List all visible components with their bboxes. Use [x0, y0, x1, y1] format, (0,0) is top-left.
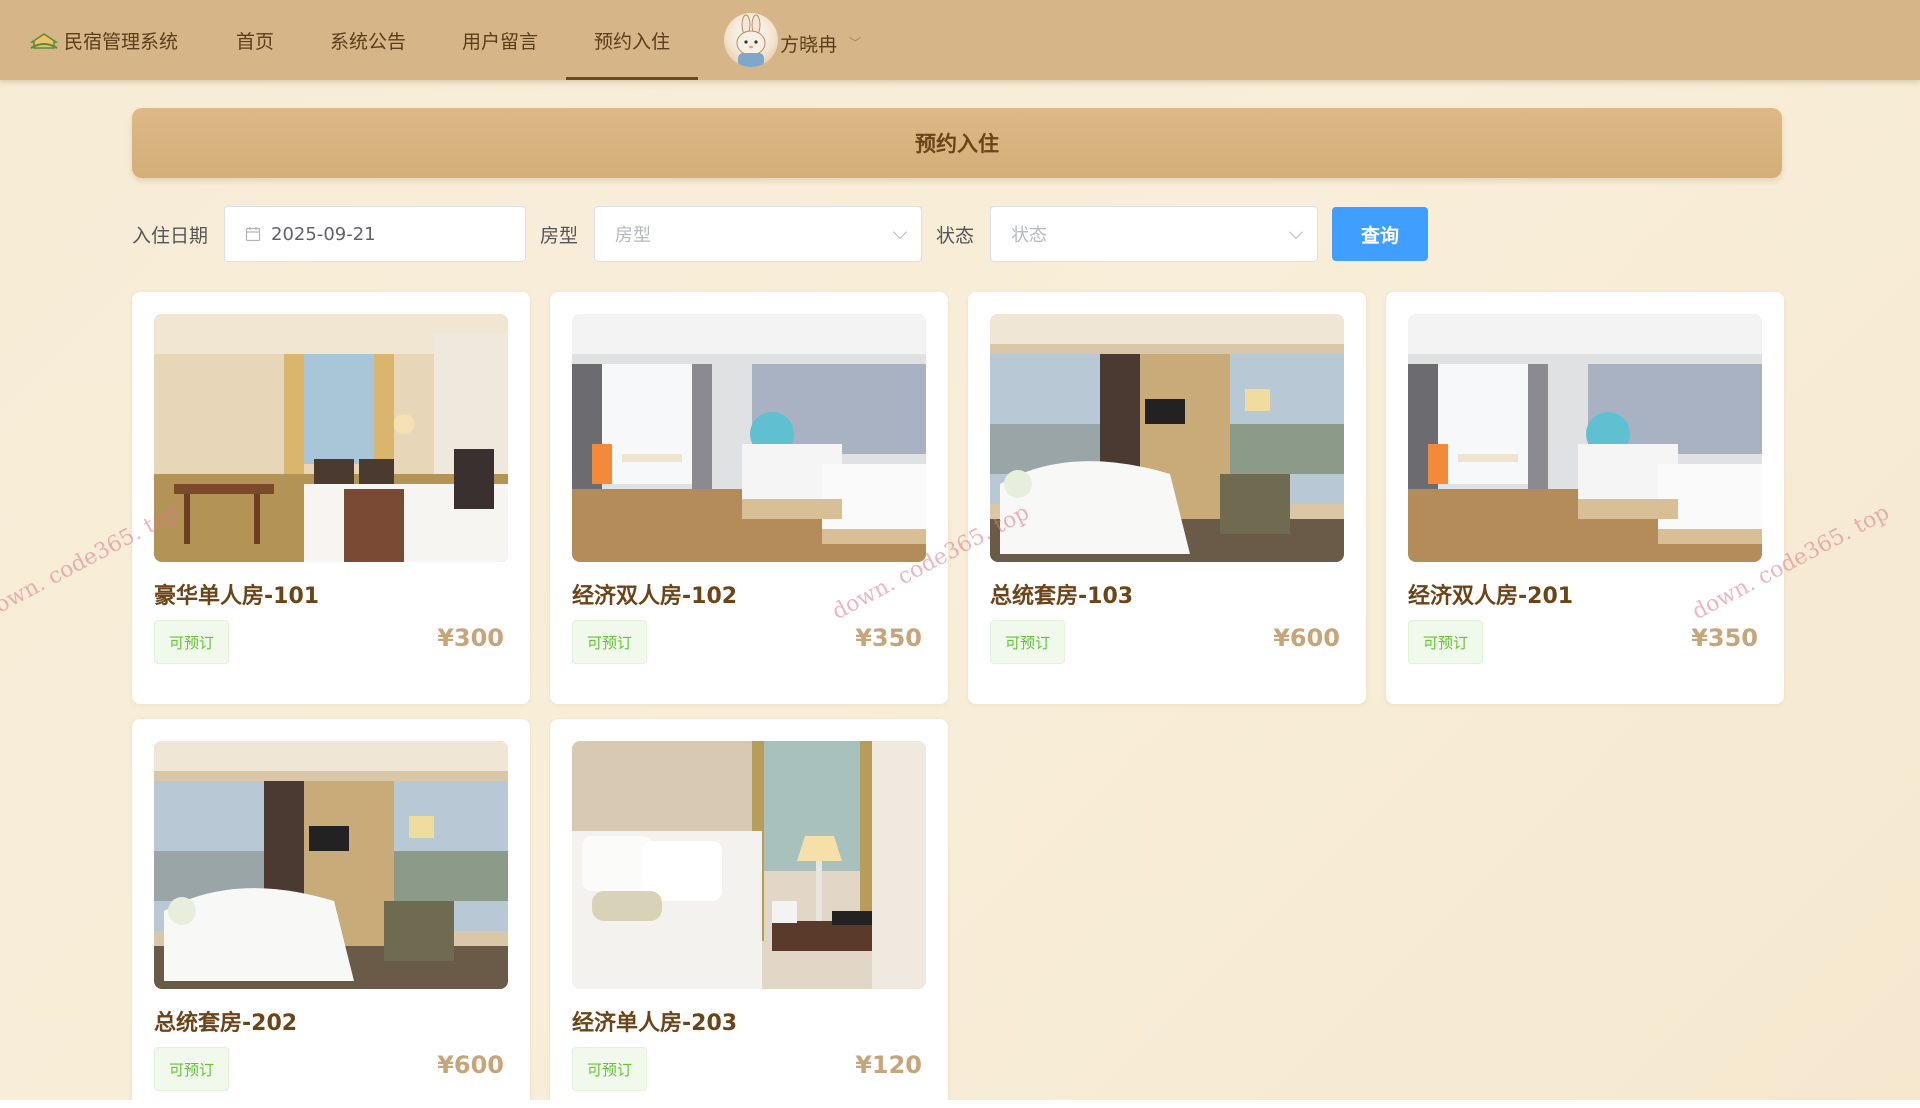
bottom-divider: [0, 1100, 1920, 1108]
chevron-down-icon: [892, 224, 908, 240]
page-title: 预约入住: [132, 108, 1782, 178]
chevron-down-icon: [1288, 224, 1304, 240]
room-price: ¥350: [855, 624, 922, 652]
room-name: 经济单人房-203: [572, 1011, 738, 1036]
filter-bar: 入住日期 2025-09-21 房型 房型 状态 状态 查询: [132, 206, 1429, 262]
status-badge: 可预订: [990, 620, 1066, 664]
room-card[interactable]: 经济双人房-102 可预订 ¥350: [550, 292, 948, 704]
room-card[interactable]: 总统套房-202 可预订 ¥600: [132, 719, 530, 1108]
brand[interactable]: 民宿管理系统: [0, 0, 208, 80]
room-photo: [154, 741, 508, 989]
room-photo: [572, 314, 926, 562]
room-type-select[interactable]: 房型: [594, 206, 923, 262]
room-price: ¥600: [1273, 624, 1340, 652]
room-name: 总统套房-202: [154, 1011, 298, 1036]
room-type-placeholder: 房型: [615, 225, 652, 246]
username: 方晓冉: [780, 33, 838, 56]
checkin-date-value: 2025-09-21: [271, 223, 376, 245]
avatar: [724, 13, 779, 67]
room-name: 豪华单人房-101: [154, 584, 320, 609]
user-menu[interactable]: 方晓冉 ﹀: [724, 0, 861, 80]
checkin-date-picker[interactable]: 2025-09-21: [224, 206, 527, 262]
room-price: ¥300: [437, 624, 504, 652]
room-card[interactable]: 经济双人房-201 可预订 ¥350: [1386, 292, 1784, 704]
status-badge: 可预订: [154, 1047, 230, 1091]
status-badge: 可预订: [572, 1047, 648, 1091]
room-price: ¥120: [855, 1051, 922, 1079]
nav-item-announcements[interactable]: 系统公告: [302, 0, 434, 80]
date-label: 入住日期: [132, 224, 209, 247]
query-button[interactable]: 查询: [1332, 207, 1429, 261]
room-photo: [1408, 314, 1762, 562]
room-name: 经济双人房-102: [572, 584, 738, 609]
status-badge: 可预订: [572, 620, 648, 664]
chevron-down-icon: ﹀: [849, 35, 862, 50]
room-card[interactable]: 总统套房-103 可预订 ¥600: [968, 292, 1366, 704]
status-label: 状态: [936, 224, 975, 247]
status-badge: 可预订: [1408, 620, 1484, 664]
nav-item-home[interactable]: 首页: [208, 0, 302, 80]
nav-item-reservation[interactable]: 预约入住: [566, 0, 699, 80]
room-card[interactable]: 经济单人房-203 可预订 ¥120: [550, 719, 948, 1108]
status-placeholder: 状态: [1011, 225, 1048, 246]
room-name: 经济双人房-201: [1408, 584, 1574, 609]
status-select[interactable]: 状态: [990, 206, 1319, 262]
status-badge: 可预订: [154, 620, 230, 664]
calendar-icon: [245, 227, 261, 242]
room-photo: [572, 741, 926, 989]
room-price: ¥350: [1691, 624, 1758, 652]
brand-name: 民宿管理系统: [64, 30, 179, 53]
nav-item-messages[interactable]: 用户留言: [434, 0, 566, 80]
room-photo: [990, 314, 1344, 562]
room-photo: [154, 314, 508, 562]
room-type-label: 房型: [540, 224, 579, 247]
room-name: 总统套房-103: [990, 584, 1134, 609]
room-price: ¥600: [437, 1051, 504, 1079]
house-logo-icon: [30, 33, 58, 49]
room-card[interactable]: 豪华单人房-101 可预订 ¥300: [132, 292, 530, 704]
top-navbar: 民宿管理系统 首页 系统公告 用户留言 预约入住 方晓冉 ﹀: [0, 0, 1920, 80]
